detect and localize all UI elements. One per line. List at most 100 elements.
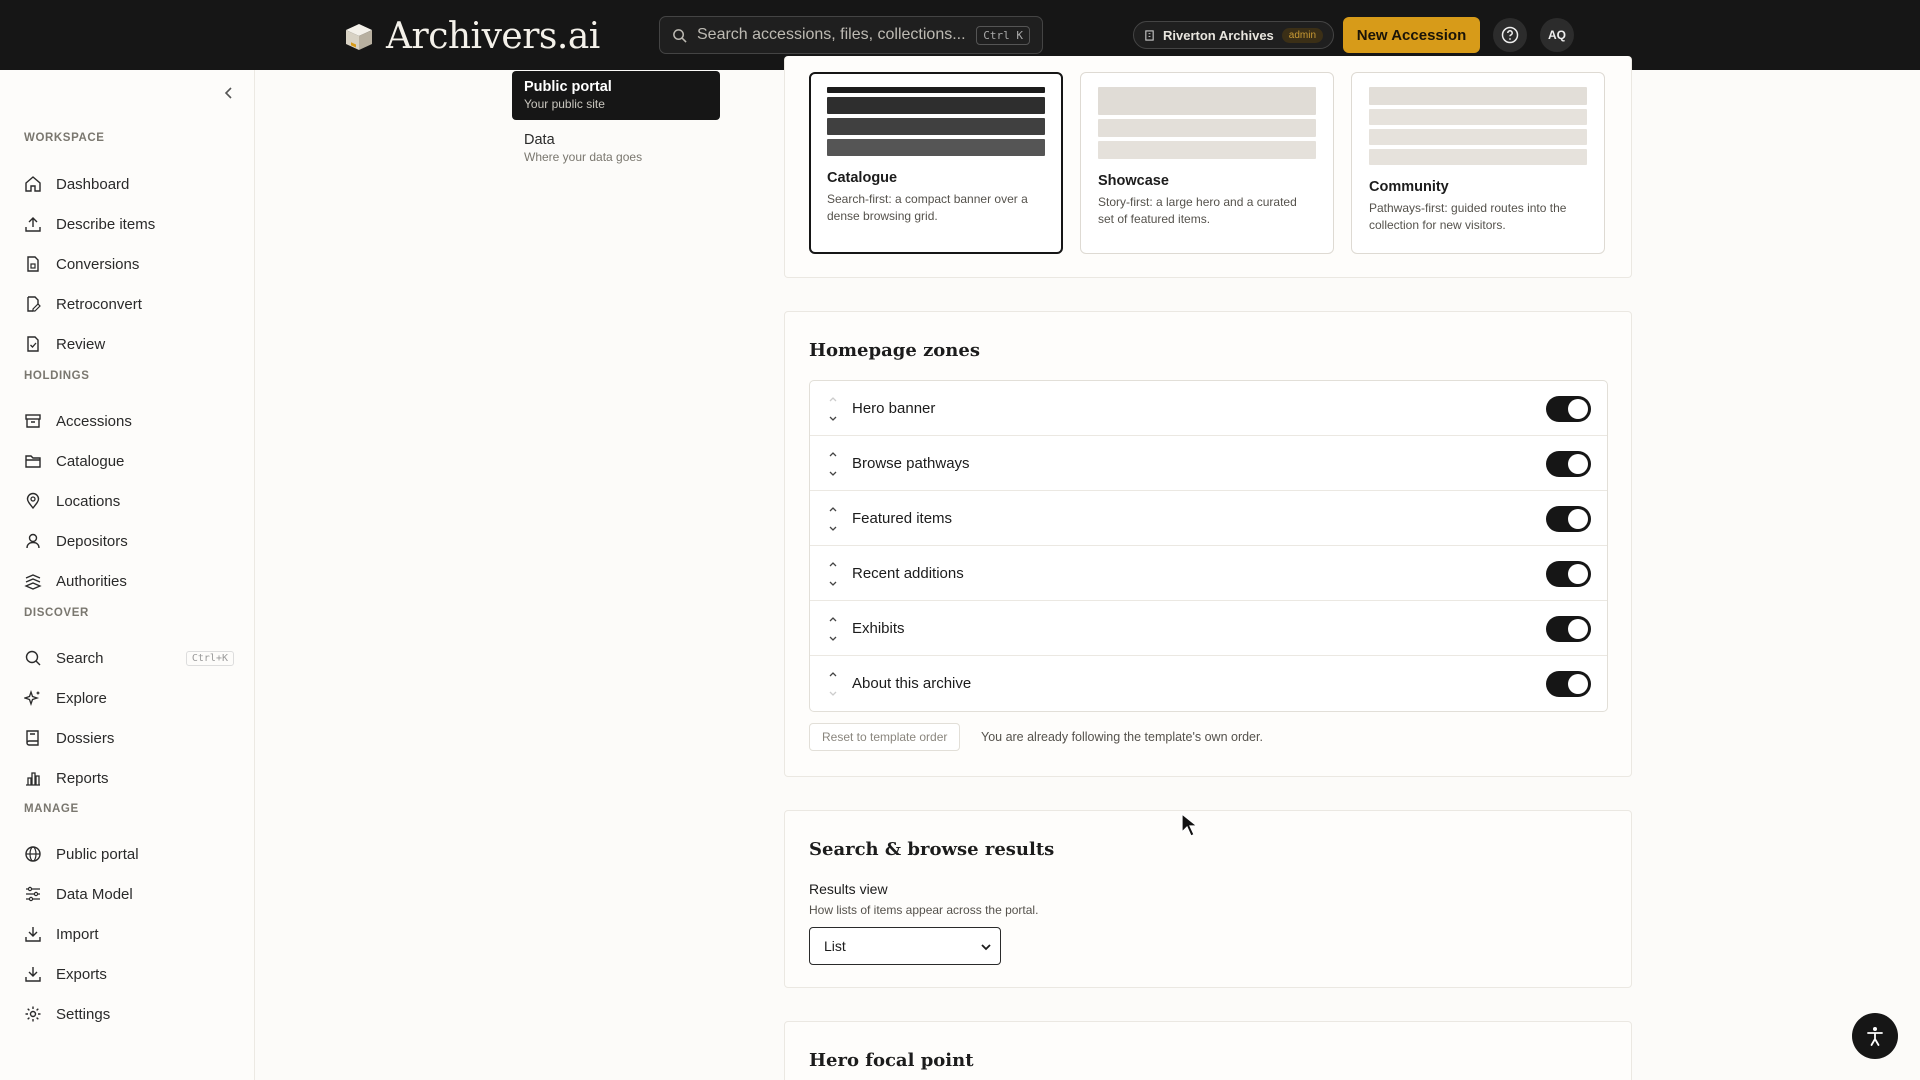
sidebar-item-public-portal[interactable]: Public portal	[24, 838, 234, 870]
zone-toggle[interactable]	[1546, 616, 1591, 642]
sidebar-item-depositors[interactable]: Depositors	[24, 525, 234, 557]
sidebar-item-accessions[interactable]: Accessions	[24, 405, 234, 437]
section-manage: MANAGE	[24, 803, 79, 815]
folder-icon	[25, 455, 41, 468]
results-view-help: How lists of items appear across the por…	[809, 903, 1039, 917]
sidebar-item-conversions[interactable]: Conversions	[24, 248, 234, 280]
section-holdings: HOLDINGS	[24, 370, 90, 382]
chevron-down-icon[interactable]	[827, 468, 839, 480]
sidebar-item-dossiers[interactable]: Dossiers	[24, 722, 234, 754]
chevron-down-icon[interactable]	[827, 688, 839, 700]
search-browse-title: Search & browse results	[809, 839, 1055, 860]
template-preview-bar	[1369, 149, 1587, 165]
results-view-value: List	[824, 938, 846, 954]
new-accession-button[interactable]: New Accession	[1343, 17, 1480, 53]
sidebar-item-label: Conversions	[56, 255, 140, 273]
sidebar-item-import[interactable]: Import	[24, 918, 234, 950]
homepage-zones-card: Homepage zones Hero banner Browse pathwa…	[784, 311, 1632, 777]
hero-focal-card: Hero focal point	[784, 1021, 1632, 1080]
chevron-up-icon[interactable]	[827, 503, 839, 515]
subnav-public-portal[interactable]: Public portal Your public site	[512, 71, 720, 120]
global-search[interactable]: Search accessions, files, collections...…	[659, 16, 1043, 54]
zone-label: About this archive	[852, 675, 972, 692]
sidebar-item-label: Public portal	[56, 845, 139, 863]
zone-toggle[interactable]	[1546, 396, 1591, 422]
org-switcher[interactable]: Riverton Archives admin	[1133, 21, 1335, 49]
user-avatar[interactable]: AQ	[1540, 18, 1574, 52]
sidebar-item-settings[interactable]: Settings	[24, 998, 234, 1030]
chevron-up-icon[interactable]	[827, 448, 839, 460]
template-card: Catalogue Search-first: a compact banner…	[784, 56, 1632, 278]
sidebar-item-explore[interactable]: Explore	[24, 682, 234, 714]
subnav-data[interactable]: Data Where your data goes	[512, 128, 720, 177]
org-name: Riverton Archives	[1163, 27, 1274, 43]
help-icon	[1501, 26, 1519, 44]
zone-label: Exhibits	[852, 619, 905, 637]
subnav-subtitle: Where your data goes	[524, 150, 643, 164]
help-button[interactable]	[1493, 18, 1527, 52]
subnav-title: Data	[524, 132, 555, 148]
chevron-down-icon[interactable]	[827, 413, 839, 425]
sidebar-item-authorities[interactable]: Authorities	[24, 565, 234, 597]
sidebar-item-catalogue[interactable]: Catalogue	[24, 445, 234, 477]
sidebar-item-exports[interactable]: Exports	[24, 958, 234, 990]
subnav-title: Public portal	[524, 79, 612, 95]
chevron-down-icon[interactable]	[827, 523, 839, 535]
sidebar-item-search[interactable]: Search Ctrl+K	[24, 642, 234, 674]
download-icon	[25, 967, 41, 982]
sidebar-item-label: Describe items	[56, 215, 156, 233]
accessibility-icon	[1867, 1027, 1883, 1046]
zone-label: Featured items	[852, 509, 953, 527]
accessibility-button[interactable]	[1852, 1013, 1898, 1059]
sidebar-item-label: Reports	[56, 769, 109, 787]
sidebar-item-label: Exports	[56, 965, 107, 983]
sidebar-item-dashboard[interactable]: Dashboard	[24, 168, 234, 200]
section-discover: DISCOVER	[24, 607, 89, 619]
brand-logo[interactable]: Archivers.ai	[342, 16, 600, 57]
chevron-up-icon[interactable]	[827, 393, 839, 405]
archive-box-icon	[346, 23, 372, 50]
results-view-select[interactable]: List	[809, 927, 1001, 965]
sidebar-item-review[interactable]: Review	[24, 328, 234, 360]
template-preview-bar	[1369, 129, 1587, 145]
search-shortcut-hint: Ctrl+K	[185, 650, 234, 666]
sidebar-item-retroconvert[interactable]: Retroconvert	[24, 288, 234, 320]
template-preview-bar	[1369, 109, 1587, 125]
sidebar-item-data-model[interactable]: Data Model	[24, 878, 234, 910]
zone-row: Featured items	[810, 491, 1607, 546]
reset-template-order-button[interactable]: Reset to template order	[809, 723, 961, 751]
template-preview-bar	[827, 97, 1045, 114]
sidebar-item-reports[interactable]: Reports	[24, 762, 234, 794]
map-pin-icon	[26, 492, 40, 510]
zone-toggle[interactable]	[1546, 506, 1591, 532]
sidebar-item-locations[interactable]: Locations	[24, 485, 234, 517]
template-preview-bar	[1098, 119, 1316, 137]
chevron-down-icon[interactable]	[827, 633, 839, 645]
user-icon	[26, 533, 40, 549]
sidebar-item-label: Depositors	[56, 532, 128, 550]
zone-toggle[interactable]	[1546, 671, 1591, 697]
template-description: Story-first: a large hero and a curated …	[1098, 195, 1297, 226]
chevron-down-icon	[981, 944, 991, 951]
sidebar-item-label: Dossiers	[56, 729, 115, 747]
sidebar-item-label: Authorities	[56, 572, 127, 590]
chevron-up-icon[interactable]	[827, 558, 839, 570]
template-preview-bar	[827, 118, 1045, 135]
chevron-up-icon[interactable]	[827, 613, 839, 625]
zone-toggle[interactable]	[1546, 561, 1591, 587]
reorder-controls	[827, 613, 839, 645]
chevron-up-icon[interactable]	[827, 668, 839, 680]
sidebar-item-label: Catalogue	[56, 452, 125, 470]
reorder-controls	[827, 448, 839, 480]
zone-row: Hero banner	[810, 381, 1607, 436]
sidebar-item-label: Settings	[56, 1005, 111, 1023]
template-option-catalogue[interactable]: Catalogue Search-first: a compact banner…	[809, 72, 1063, 254]
chevron-down-icon[interactable]	[827, 578, 839, 590]
search-browse-card: Search & browse results Results view How…	[784, 810, 1632, 988]
file-edit-icon	[27, 296, 41, 312]
collapse-sidebar-icon[interactable]	[220, 84, 238, 102]
sidebar-item-describe-items[interactable]: Describe items	[24, 208, 234, 240]
template-option-showcase[interactable]: Showcase Story-first: a large hero and a…	[1080, 72, 1334, 254]
template-option-community[interactable]: Community Pathways-first: guided routes …	[1351, 72, 1605, 254]
zone-toggle[interactable]	[1546, 451, 1591, 477]
